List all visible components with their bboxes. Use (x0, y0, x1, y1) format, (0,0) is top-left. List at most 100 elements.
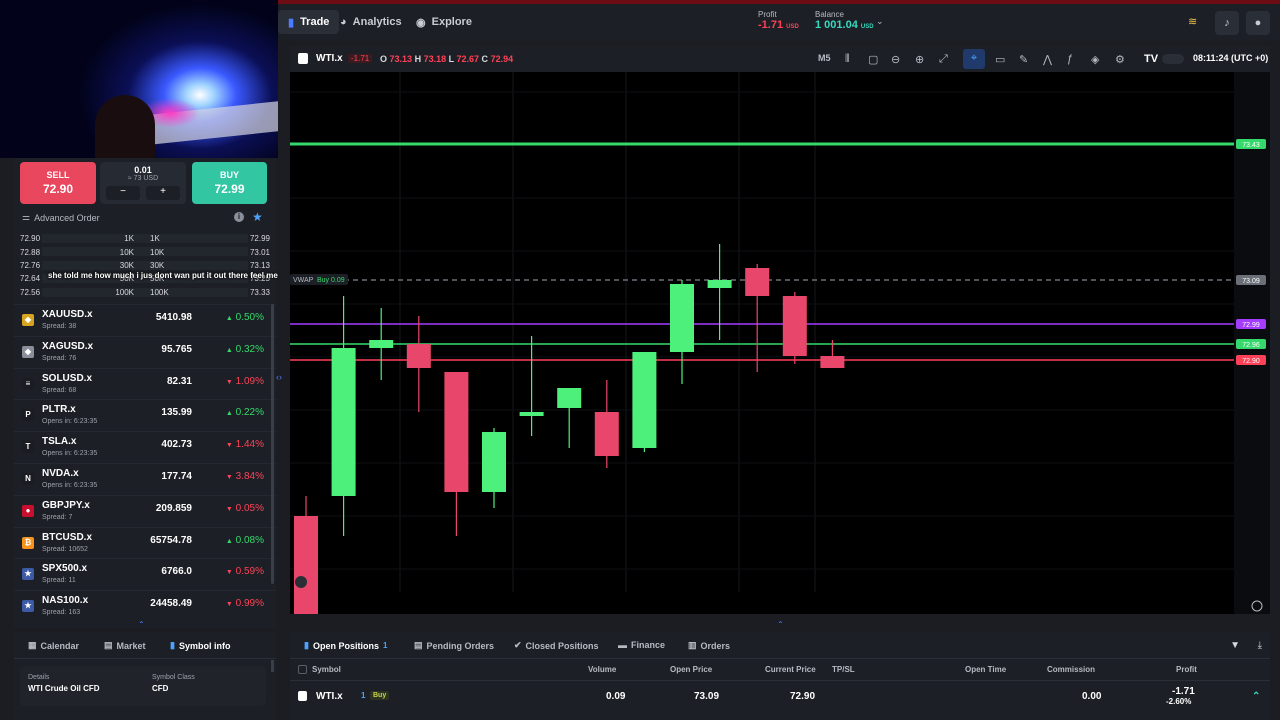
symbol-price: 6766.0 (161, 566, 192, 578)
layers-icon[interactable]: ◈ (1091, 53, 1099, 66)
profit-value: -1.71 USD (758, 20, 799, 32)
crosshair-icon[interactable]: ⌖ (963, 49, 985, 69)
notifications-button[interactable]: ♪ (1215, 11, 1239, 35)
gear-icon[interactable]: ⚙ (1115, 53, 1125, 66)
symbol-name: SOLUSD.x (42, 372, 93, 384)
buy-button[interactable]: BUY 72.99 (192, 162, 267, 204)
depth-row[interactable]: 72.56 100K 100K 73.33 (20, 286, 270, 299)
column-profit[interactable]: Profit (1176, 665, 1197, 674)
tab-calendar[interactable]: ▦ Calendar (28, 640, 79, 651)
expand-bottom-icon[interactable]: ⌃ (777, 620, 784, 629)
tab-closed-positions[interactable]: ✔ Closed Positions (514, 640, 599, 651)
symbol-row[interactable]: ◆ XAUUSD.x Spread: 38 5410.98 ▲ 0.50% (14, 304, 276, 336)
chevron-up-icon[interactable]: ⌃ (1252, 691, 1260, 702)
expand-panel-icon[interactable]: ⌃ (138, 620, 145, 629)
symbol-name: GBPJPY.x (42, 499, 90, 511)
tab-orders[interactable]: ▥ Orders (688, 640, 730, 651)
filter-icon[interactable]: ▼ (1230, 640, 1240, 651)
zoom-in-icon[interactable]: ⊕ (915, 53, 924, 66)
depth-ask-vol: 100K (150, 287, 169, 297)
increase-button[interactable]: + (146, 186, 180, 200)
candle-body (369, 340, 394, 348)
tab-finance[interactable]: ▬ Finance (618, 640, 665, 650)
symbol-row[interactable]: ★ SPX500.x Spread: 11 6766.0 ▼ 0.59% (14, 558, 276, 590)
balance-label: Balance (815, 10, 844, 19)
fullscreen-icon[interactable]: ⤢ (939, 53, 948, 66)
profile-button[interactable]: ● (1246, 11, 1270, 35)
tab-market[interactable]: ▤ Market (104, 640, 146, 651)
chart-toggle[interactable] (1162, 54, 1184, 64)
tab-pending-orders[interactable]: ▤ Pending Orders (414, 640, 494, 651)
symbol-row[interactable]: ◆ XAGUSD.x Spread: 76 95.765 ▲ 0.32% (14, 335, 276, 368)
scrollbar[interactable] (271, 660, 274, 672)
collapse-left-icon[interactable]: ‹› (276, 372, 282, 382)
timeframe-selector[interactable]: M5 (818, 53, 831, 63)
symbol-subtext: Spread: 163 (42, 609, 81, 617)
function-icon[interactable]: ƒ (1067, 53, 1073, 65)
symbol-subtext: Spread: 11 (42, 577, 76, 585)
depth-row[interactable]: 72.88 10K 10K 73.01 (20, 245, 270, 258)
star-icon[interactable]: ★ (252, 210, 263, 224)
price-chart[interactable]: 73.43 73.09 72.99 72.96 72.90 VWAP Buy 0.09 (290, 72, 1270, 636)
position-tag: Buy 0.09 (317, 277, 345, 284)
symbol-row[interactable]: N NVDA.x Opens in: 6:23:35 177.74 ▼ 3.84% (14, 463, 276, 495)
candle-type-icon[interactable]: ⫴ (845, 53, 850, 66)
symbol-row[interactable]: P PLTR.x Opens in: 6:23:35 135.99 ▲ 0.22% (14, 399, 276, 431)
tab-symbol-info[interactable]: ▮ Symbol info (170, 640, 230, 651)
wifi-icon: ≋ (1188, 16, 1198, 28)
advanced-order-toggle[interactable]: ⚌ Advanced Order (22, 212, 100, 223)
price-label: 72.90 (1242, 358, 1260, 365)
tab-open-positions[interactable]: ▮ Open Positions 1 (304, 640, 387, 651)
chevron-down-icon[interactable]: ⌄ (876, 16, 884, 27)
quantity-stepper[interactable]: 0.01 ≈ 73 USD − + (100, 162, 186, 204)
scrollbar[interactable] (271, 304, 274, 584)
symbol-subtext: Spread: 76 (42, 354, 77, 362)
chart-symbol[interactable]: WTI.x (316, 53, 343, 64)
column-open-price[interactable]: Open Price (670, 665, 712, 674)
column-symbol[interactable]: Symbol (312, 665, 341, 674)
sell-button[interactable]: SELL 72.90 (20, 162, 96, 204)
arrow-down-icon: ▼ (225, 378, 233, 386)
chart-canvas[interactable]: 73.43 73.09 72.99 72.96 72.90 VWAP Buy 0.09 (290, 72, 1270, 636)
select-all-checkbox[interactable] (298, 665, 307, 674)
tab-pending-orders-label: Pending Orders (426, 640, 495, 651)
symbol-row[interactable]: ₿ BTCUSD.x Spread: 10652 65754.78 ▲ 0.08% (14, 526, 276, 559)
top-navigation-bar: ▮ Trade ◕ Analytics ◉ Explore Profit -1.… (278, 4, 1280, 40)
symbol-row[interactable]: T TSLA.x Opens in: 6:23:35 402.73 ▼ 1.44% (14, 431, 276, 463)
depth-bid-vol: 1K (124, 234, 134, 244)
chart-toolbar: WTI.x -1.71 O 73.13 H 73.18 L 72.67 C 72… (290, 46, 1270, 72)
download-icon[interactable]: ⤓ (1258, 640, 1262, 651)
horizontal-line-icon[interactable]: ▭ (995, 53, 1005, 66)
symbol-name: NVDA.x (42, 468, 79, 479)
square-icon[interactable]: ▢ (868, 53, 878, 66)
column-open-time[interactable]: Open Time (965, 665, 1006, 674)
decrease-button[interactable]: − (106, 186, 140, 200)
info-icon: ▮ (170, 640, 175, 650)
tradingview-logo-icon: TV (1144, 53, 1159, 65)
symbol-row[interactable]: ★ NAS100.x Spread: 163 24458.49 ▼ 0.99% (14, 590, 276, 622)
market-depth: 72.90 1K 1K 72.99 72.88 10K 10K 73.01 72.76 30K 30… (20, 232, 270, 299)
buy-price: 72.99 (214, 182, 245, 196)
column-tp-sl[interactable]: TP/SL (832, 665, 855, 674)
tab-explore[interactable]: ◉ Explore (406, 10, 482, 34)
symbol-subtext: Opens in: 6:23:35 (42, 450, 98, 458)
chart-bar-icon: ▮ (304, 640, 309, 650)
arrow-up-icon: ▲ (225, 346, 233, 354)
pencil-icon[interactable]: ✎ (1019, 53, 1028, 66)
column-commission[interactable]: Commission (1047, 665, 1095, 674)
zoom-out-icon[interactable]: ⊖ (891, 53, 900, 66)
column-volume[interactable]: Volume (588, 665, 616, 674)
sell-label: SELL (46, 170, 70, 180)
symbol-row[interactable]: ≡ SOLUSD.x Spread: 68 82.31 ▼ 1.09% (14, 367, 276, 400)
symbol-row[interactable]: ● GBPJPY.x Spread: 7 209.859 ▼ 0.05% (14, 494, 276, 527)
depth-row[interactable]: 72.90 1K 1K 72.99 (20, 232, 270, 245)
user-icon: ● (1254, 17, 1262, 29)
candle-body (519, 412, 544, 416)
pattern-icon[interactable]: ⋀ (1043, 53, 1052, 66)
info-icon[interactable]: i (234, 212, 244, 222)
column-current-price[interactable]: Current Price (765, 665, 816, 674)
tab-analytics[interactable]: ◕ Analytics (330, 10, 412, 34)
depth-bar (42, 287, 248, 297)
symbol-class-value: CFD (152, 684, 169, 693)
symbol-price: 65754.78 (150, 534, 192, 546)
